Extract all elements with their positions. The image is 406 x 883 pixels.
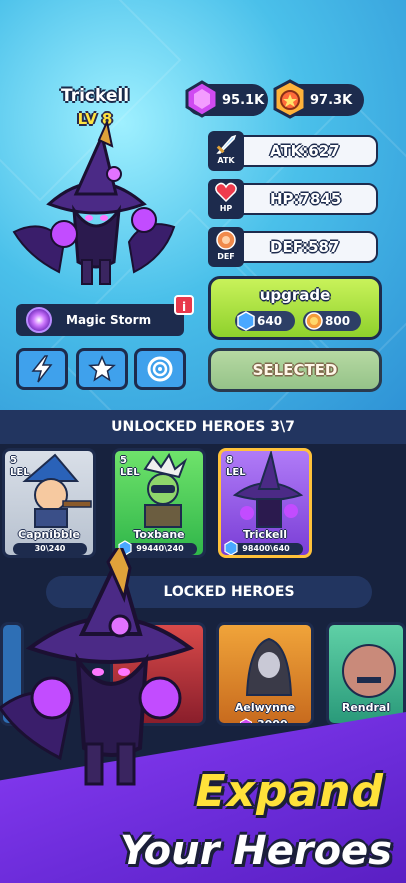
lightning-icon	[31, 355, 53, 383]
gold-cost-value: 800	[325, 314, 351, 328]
def-label: DEF	[217, 252, 235, 261]
selected-button[interactable]: SELECTED	[208, 348, 382, 392]
atk-badge: ATK	[208, 131, 244, 171]
def-value: DEF:587	[270, 238, 340, 256]
crystal-cost: 640	[235, 311, 295, 331]
trophy-count: 97.3K	[310, 92, 353, 108]
gem-count: 95.1K	[222, 92, 265, 108]
card-name: Capnibble	[18, 528, 80, 541]
magic-storm-icon	[26, 307, 52, 333]
card-level: 5	[120, 455, 127, 466]
lightning-button[interactable]	[16, 348, 68, 390]
banner-subheadline: Your Heroes	[119, 828, 392, 874]
heart-icon	[215, 182, 237, 203]
locked-card-aelwynne[interactable]: Aelwynne 3000	[216, 622, 314, 726]
vortex-icon	[147, 356, 173, 382]
card-price-value: 3000	[257, 718, 288, 726]
unlocked-heroes-header: UNLOCKED HEROES 3\7	[0, 410, 406, 444]
banner-headline: Expand	[195, 766, 384, 817]
featured-hero-art	[0, 548, 195, 786]
star-icon	[88, 355, 116, 382]
card-level-tag: LEL	[120, 467, 140, 478]
aelwynne-portrait	[245, 637, 293, 696]
card-name: Rendral	[341, 701, 391, 714]
trophy-counter[interactable]: 97.3K	[273, 79, 364, 119]
atk-value: ATK:627	[270, 142, 340, 160]
vortex-button[interactable]	[134, 348, 186, 390]
card-price: 3000	[239, 718, 288, 726]
skill-panel[interactable]: Magic Storm	[16, 304, 184, 336]
hp-label: HP	[219, 204, 233, 213]
trophy-badge-icon	[273, 79, 307, 119]
card-name: Aelwynne	[234, 701, 296, 714]
hero-card-capnibble[interactable]: 5 LEL Capnibble 30\240	[2, 448, 96, 558]
card-level: 5	[10, 455, 17, 466]
rendral-portrait	[342, 644, 396, 698]
hero-name: Trickell	[60, 86, 130, 106]
gem-counter[interactable]: 95.1K	[185, 80, 268, 118]
skill-name: Magic Storm	[66, 313, 152, 327]
card-level: 8	[226, 455, 233, 466]
card-progress: 98400\640	[229, 543, 303, 555]
atk-label: ATK	[217, 156, 235, 165]
hp-badge: HP	[208, 179, 244, 219]
upgrade-label: upgrade	[259, 286, 331, 304]
gold-cost: 800	[303, 311, 361, 331]
def-badge: DEF	[208, 227, 244, 267]
hero-portrait	[12, 122, 176, 285]
gem-icon	[240, 718, 252, 723]
crystal-icon	[237, 311, 255, 331]
upgrade-button[interactable]: upgrade 640 800	[208, 276, 382, 340]
locked-card-rendral[interactable]: Rendral	[326, 622, 406, 726]
star-button[interactable]	[76, 348, 128, 390]
skill-info-button[interactable]: i	[174, 295, 194, 315]
gem-icon	[185, 80, 219, 118]
card-level-tag: LEL	[226, 467, 246, 478]
crystal-cost-value: 640	[257, 314, 283, 328]
shield-icon	[216, 230, 236, 250]
hp-value: HP:7845	[270, 190, 342, 208]
hero-card-trickell[interactable]: 8 LEL Trickell 98400\640	[218, 448, 312, 558]
gold-badge-icon	[305, 312, 323, 330]
card-level-tag: LEL	[10, 467, 30, 478]
sword-icon	[216, 134, 237, 154]
hero-card-toxbane[interactable]: 5 LEL Toxbane 99440\240	[112, 448, 206, 558]
